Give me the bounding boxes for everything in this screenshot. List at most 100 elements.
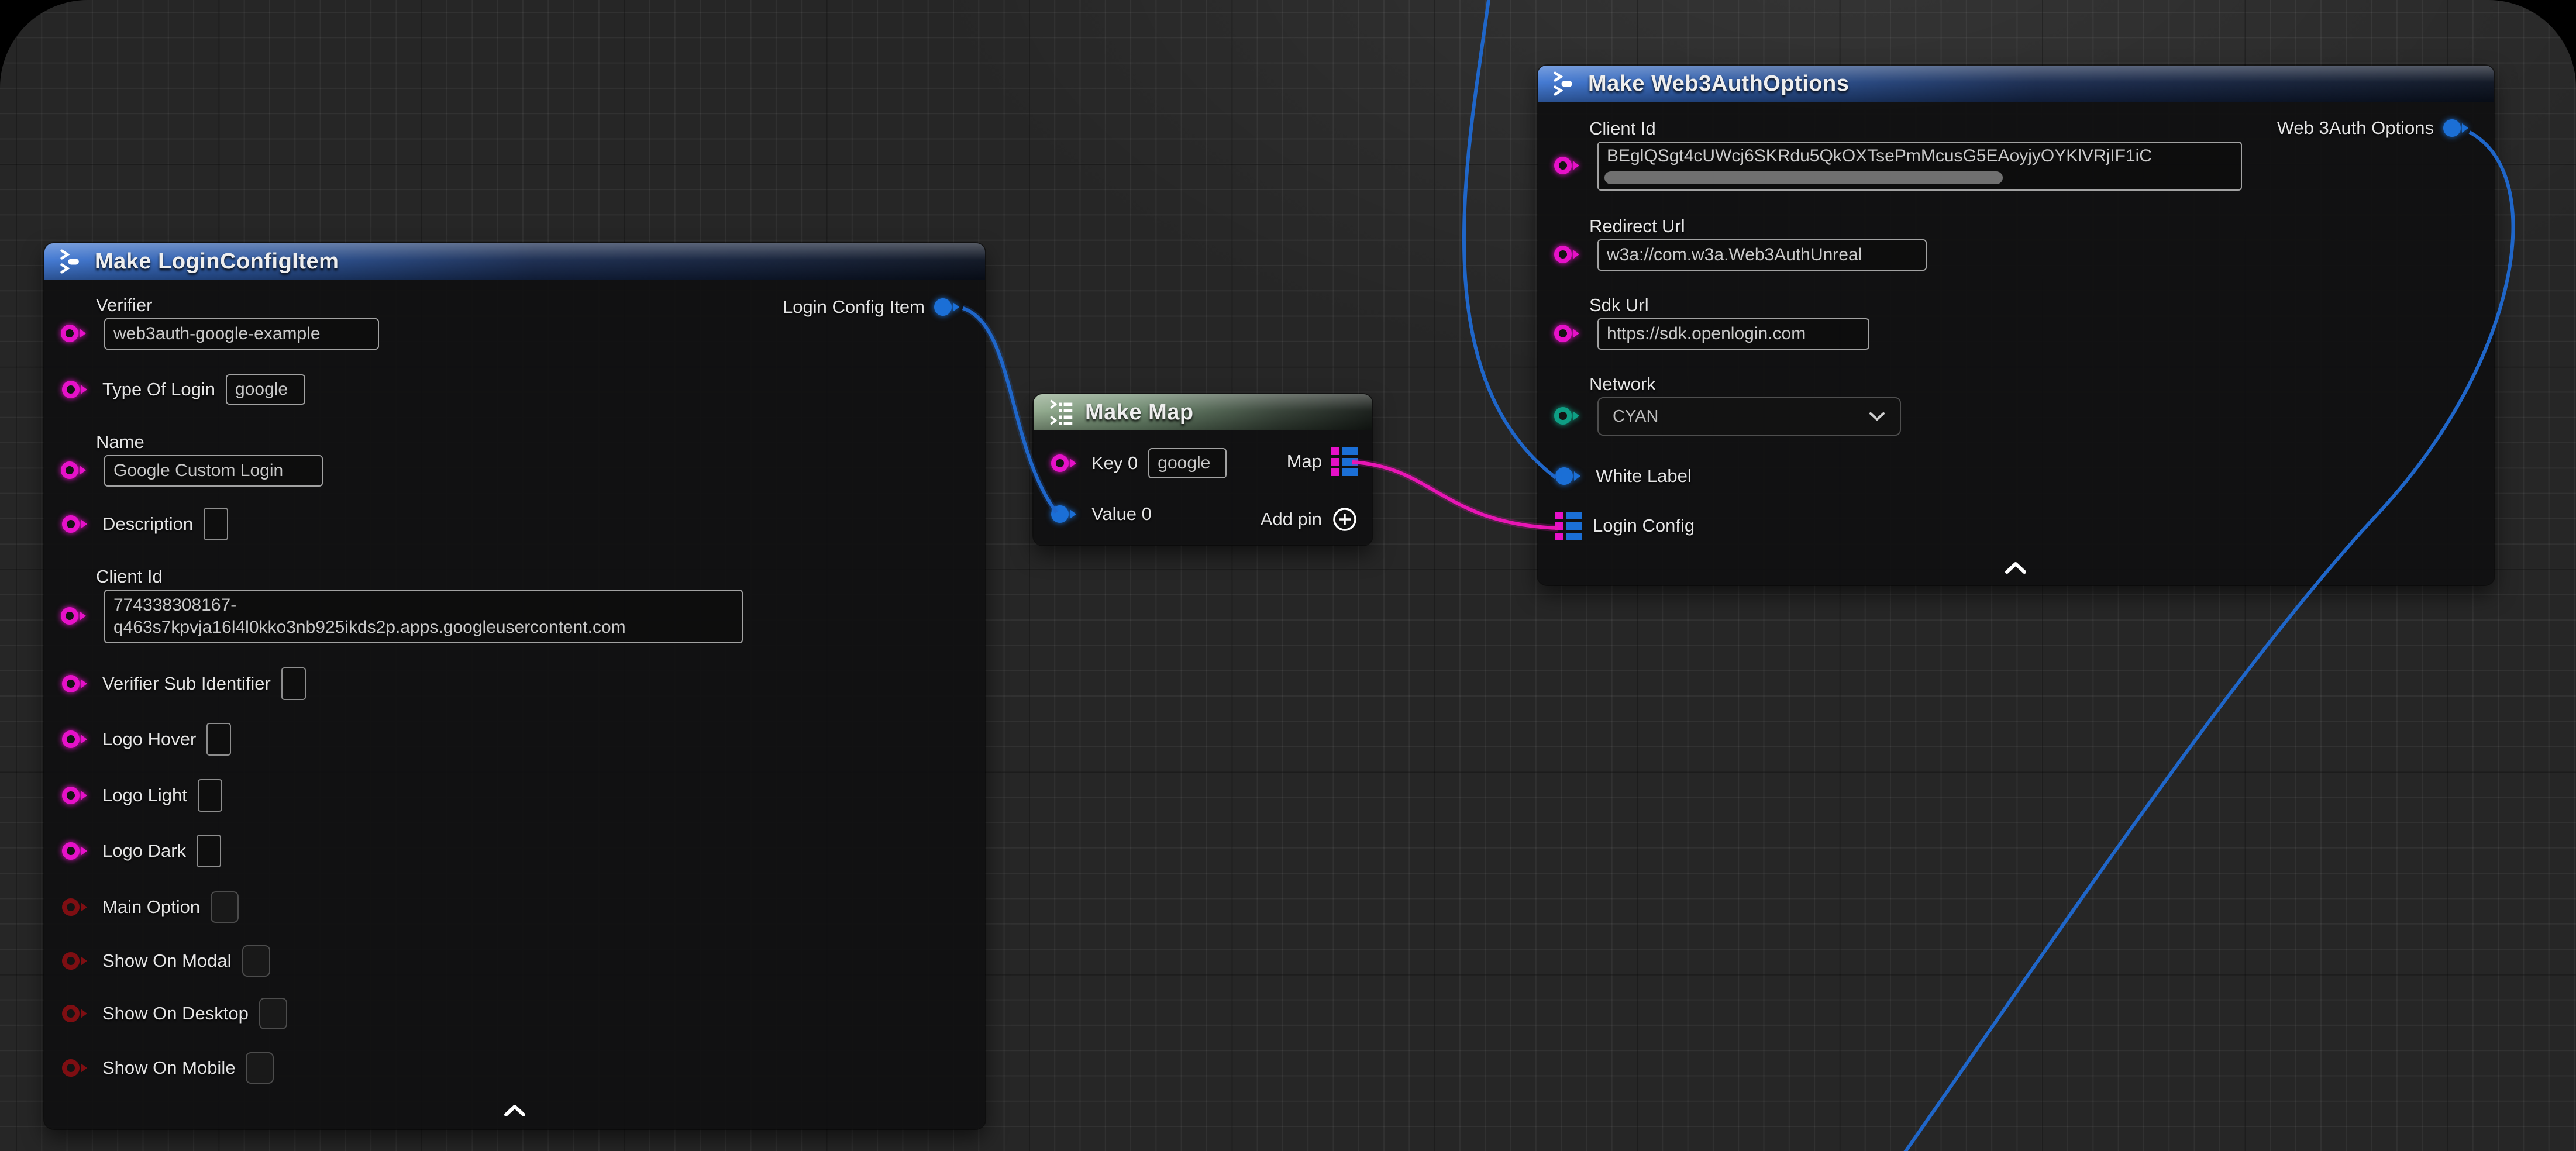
show-on-desktop-checkbox[interactable] <box>259 998 287 1029</box>
pin-label: Verifier Sub Identifier <box>102 673 271 694</box>
pin-description[interactable] <box>62 515 92 533</box>
pin-label: White Label <box>1596 466 1692 487</box>
key0-field[interactable]: google <box>1148 448 1227 478</box>
pin-label: Main Option <box>102 897 200 918</box>
pin-verifier[interactable] <box>61 325 91 342</box>
wire-map-to-loginconfig[interactable] <box>1352 462 1558 528</box>
pin-label-name: Name <box>96 432 144 453</box>
verifier-sub-identifier-field[interactable] <box>281 667 306 700</box>
pin-label-client-id: Client Id <box>96 566 163 587</box>
pin-logo-dark[interactable] <box>62 842 92 860</box>
pin-row-verifier-sub-identifier: Verifier Sub Identifier <box>62 667 306 700</box>
pin-label: Logo Dark <box>102 840 186 861</box>
pin-main-option[interactable] <box>62 898 92 916</box>
pin-logo-hover[interactable] <box>62 730 92 748</box>
pin-label: Description <box>102 514 193 535</box>
chevron-down-icon <box>1868 411 1886 422</box>
pin-label: Show On Desktop <box>102 1003 249 1024</box>
node-title: Make Map <box>1085 400 1194 425</box>
pin-label: Map <box>1287 451 1322 472</box>
make-struct-icon <box>1552 71 1578 97</box>
collapse-chevron-icon[interactable] <box>503 1104 526 1117</box>
pin-label: Logo Light <box>102 785 187 806</box>
pin-label: Web 3Auth Options <box>2277 118 2434 139</box>
pin-row-logo-hover: Logo Hover <box>62 723 231 756</box>
node-header-make-web3authoptions[interactable]: Make Web3AuthOptions <box>1538 66 2494 102</box>
pin-web3auth-options-output[interactable] <box>2443 119 2473 137</box>
pin-row-main-option: Main Option <box>62 891 239 923</box>
pin-row-description: Description <box>62 508 228 540</box>
node-make-web3authoptions[interactable]: Make Web3AuthOptions Web 3Auth Options C… <box>1538 66 2494 585</box>
horizontal-scrollbar[interactable] <box>1604 171 2003 184</box>
description-field[interactable] <box>204 508 228 540</box>
web3-client-id-text: BEglQSgt4cUWcj6SKRdu5QkOXTsePmMcusG5EAoy… <box>1607 146 2152 166</box>
logo-light-field[interactable] <box>198 779 222 812</box>
pin-row-login-config-item-out: Login Config Item <box>783 291 964 323</box>
pin-verifier-sub-identifier[interactable] <box>62 675 92 692</box>
pin-label: Type Of Login <box>102 379 215 400</box>
show-on-mobile-checkbox[interactable] <box>246 1052 274 1084</box>
pin-network[interactable] <box>1554 407 1584 425</box>
pin-row-white-label: White Label <box>1555 460 1692 492</box>
name-field[interactable]: Google Custom Login <box>104 455 323 487</box>
pin-row-login-config: Login Config <box>1555 509 1695 542</box>
pin-show-on-modal[interactable] <box>62 952 92 970</box>
blueprint-graph-canvas[interactable]: { "colors": { "string_pin": "#e611c8", "… <box>0 0 2576 1151</box>
pin-logo-light[interactable] <box>62 787 92 804</box>
pin-white-label[interactable] <box>1555 467 1585 485</box>
logo-hover-field[interactable] <box>206 723 231 756</box>
pin-key0[interactable] <box>1051 454 1081 472</box>
pin-redirect-url[interactable] <box>1554 246 1584 263</box>
pin-show-on-mobile[interactable] <box>62 1059 92 1077</box>
verifier-field[interactable]: web3auth-google-example <box>104 318 379 350</box>
pin-label: Logo Hover <box>102 729 196 750</box>
pin-client-id[interactable] <box>61 607 91 625</box>
pin-row-show-on-desktop: Show On Desktop <box>62 997 287 1030</box>
pin-map-output[interactable] <box>1331 447 1358 476</box>
pin-type-of-login[interactable] <box>62 381 92 398</box>
client-id-line1: 774338308167- <box>113 594 236 616</box>
main-option-checkbox[interactable] <box>211 891 239 923</box>
pin-label: Login Config Item <box>783 297 925 318</box>
pin-label: Login Config <box>1593 515 1695 536</box>
pin-label-network: Network <box>1589 374 1656 395</box>
pin-row-logo-light: Logo Light <box>62 779 222 812</box>
network-dropdown[interactable]: CYAN <box>1597 397 1901 436</box>
sdk-url-field[interactable]: https://sdk.openlogin.com <box>1597 318 1869 350</box>
pin-label: Show On Mobile <box>102 1057 235 1078</box>
node-header-make-loginconfigitem[interactable]: Make LoginConfigItem <box>44 243 985 280</box>
wire-map-to-loginconfig-glow <box>1352 462 1558 528</box>
pin-label-sdk-url: Sdk Url <box>1589 295 1649 316</box>
pin-row-map-out: Map <box>1287 445 1358 478</box>
pin-row-web3auth-options-out: Web 3Auth Options <box>2277 112 2473 144</box>
redirect-url-field[interactable]: w3a://com.w3a.Web3AuthUnreal <box>1597 239 1927 271</box>
type-of-login-field[interactable]: google <box>226 374 305 405</box>
pin-label-redirect-url: Redirect Url <box>1589 216 1685 237</box>
add-pin-icon[interactable] <box>1331 506 1358 533</box>
add-pin-row: Add pin <box>1261 503 1358 536</box>
pin-show-on-desktop[interactable] <box>62 1005 92 1022</box>
pin-login-config[interactable] <box>1555 512 1582 540</box>
node-header-make-map[interactable]: Make Map <box>1034 394 1372 430</box>
pin-login-config-item-output[interactable] <box>934 298 964 316</box>
pin-label: Value 0 <box>1091 504 1152 525</box>
node-title: Make LoginConfigItem <box>95 249 339 274</box>
pin-web3-client-id[interactable] <box>1554 157 1584 174</box>
show-on-modal-checkbox[interactable] <box>242 945 270 977</box>
pin-value0[interactable] <box>1051 505 1081 523</box>
web3-client-id-field[interactable]: BEglQSgt4cUWcj6SKRdu5QkOXTsePmMcusG5EAoy… <box>1597 142 2242 191</box>
pin-name[interactable] <box>61 461 91 479</box>
node-make-map[interactable]: Make Map Key 0 google Map Value 0 Add pi… <box>1034 394 1372 545</box>
node-make-loginconfigitem[interactable]: Make LoginConfigItem Login Config Item V… <box>44 243 985 1129</box>
pin-row-show-on-mobile: Show On Mobile <box>62 1052 274 1084</box>
pin-row-type-of-login: Type Of Login google <box>62 373 305 406</box>
make-map-icon <box>1048 399 1075 425</box>
collapse-chevron-icon[interactable] <box>2004 561 2027 574</box>
logo-dark-field[interactable] <box>197 835 221 867</box>
pin-row-key0: Key 0 google <box>1051 447 1227 480</box>
client-id-line2: q463s7kpvja16l4l0kko3nb925ikds2p.apps.go… <box>113 616 626 639</box>
pin-label: Show On Modal <box>102 950 232 971</box>
pin-sdk-url[interactable] <box>1554 325 1584 342</box>
client-id-field[interactable]: 774338308167- q463s7kpvja16l4l0kko3nb925… <box>104 590 743 643</box>
pin-row-show-on-modal: Show On Modal <box>62 945 270 977</box>
